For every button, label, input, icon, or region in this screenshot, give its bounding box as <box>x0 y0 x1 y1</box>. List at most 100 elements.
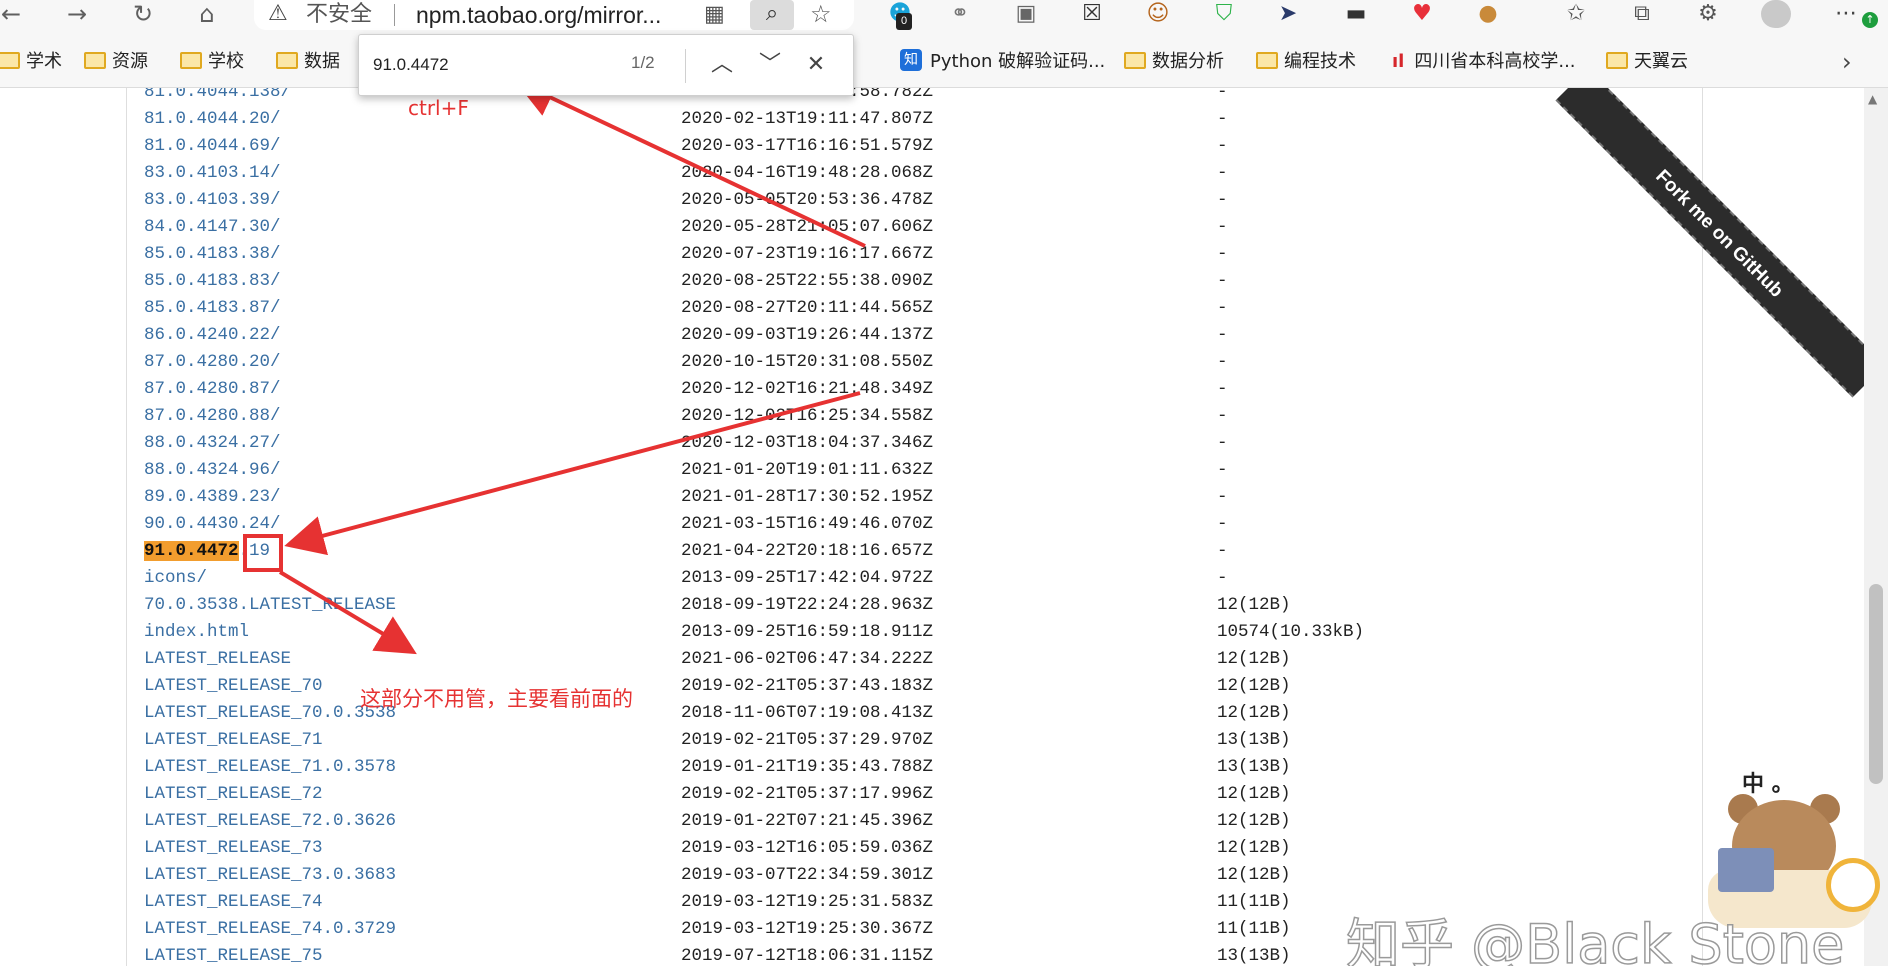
file-link[interactable]: LATEST_RELEASE_75 <box>144 943 323 966</box>
bookmark-folder-xueshu[interactable]: 学术 <box>0 36 62 88</box>
bookmark-folder-shuju[interactable]: 数据 <box>276 36 340 88</box>
file-link[interactable]: 86.0.4240.22/ <box>144 322 281 349</box>
file-link[interactable]: LATEST_RELEASE_70 <box>144 673 323 700</box>
cookie-extension-icon[interactable]: ● <box>1472 0 1504 30</box>
scroll-thumb[interactable] <box>1869 584 1883 784</box>
file-link[interactable]: 81.0.4044.20/ <box>144 106 281 133</box>
file-size: - <box>1217 433 1228 453</box>
url-text[interactable]: npm.taobao.org/mirror... <box>416 0 661 30</box>
x-extension-icon[interactable]: ☒ <box>1076 0 1108 30</box>
file-link[interactable]: 85.0.4183.83/ <box>144 268 281 295</box>
warning-icon[interactable]: ⚠ <box>268 1 288 26</box>
bookmark-sichuan-universities[interactable]: ıl 四川省本科高校学... <box>1392 36 1576 88</box>
github-ribbon[interactable]: Fork me on GitHub <box>1555 88 1885 398</box>
find-in-page-icon[interactable]: ⌕ <box>750 0 794 30</box>
file-link[interactable]: LATEST_RELEASE_71 <box>144 727 323 754</box>
find-previous-button[interactable]: ︿ <box>705 47 739 83</box>
add-favorite-icon[interactable]: ☆ <box>810 0 832 28</box>
find-input[interactable] <box>373 49 613 81</box>
bookmark-folder-tianyiyun[interactable]: 天翼云 <box>1606 36 1688 88</box>
file-date: 2020-12-03T18:04:37.346Z <box>681 433 934 453</box>
file-link[interactable]: 87.0.4280.20/ <box>144 349 281 376</box>
extensions-icon[interactable]: ⚙ <box>1692 0 1724 30</box>
file-link[interactable]: icons/ <box>144 565 207 592</box>
file-link[interactable]: LATEST_RELEASE <box>144 646 291 673</box>
file-date: 2021-04-22T20:18:16.657Z <box>681 541 934 561</box>
scroll-up-icon[interactable]: ▲ <box>1868 92 1877 106</box>
bookmark-label: 学校 <box>208 51 244 72</box>
file-date: 2020-10-15T20:31:08.550Z <box>681 352 934 372</box>
back-icon[interactable]: ← <box>0 0 28 30</box>
file-date: 2020-08-25T22:55:38.090Z <box>681 271 934 291</box>
file-link[interactable]: LATEST_RELEASE_74.0.3729 <box>144 916 396 943</box>
file-link[interactable]: LATEST_RELEASE_72.0.3626 <box>144 808 396 835</box>
file-date: 2021-01-28T17:30:52.195Z <box>681 487 934 507</box>
find-close-button[interactable]: ✕ <box>799 47 833 83</box>
file-size: 12(12B) <box>1217 811 1291 831</box>
security-label[interactable]: 不安全 <box>306 0 372 30</box>
bookmarks-overflow-icon[interactable]: › <box>1842 36 1852 88</box>
avatar[interactable] <box>1761 0 1791 28</box>
file-date: 2019-07-12T18:06:31.115Z <box>681 946 934 966</box>
shield-extension-icon[interactable]: ⛉ <box>1208 0 1240 30</box>
site-logo-icon: ıl <box>1392 51 1405 72</box>
apps-grid-icon[interactable]: ▦ <box>704 2 725 27</box>
find-divider <box>685 49 686 83</box>
bookmark-label: 资源 <box>112 51 148 72</box>
tampermonkey-extension-icon[interactable]: ☺ <box>1142 0 1174 30</box>
file-link[interactable]: 88.0.4324.27/ <box>144 430 281 457</box>
heart-extension-icon[interactable]: ♥ <box>1406 0 1438 30</box>
file-date: 2021-06-02T06:47:34.222Z <box>681 649 934 669</box>
file-size: - <box>1217 541 1228 561</box>
zhihu-icon: 知 <box>900 49 922 71</box>
mask-extension-icon[interactable]: ▬ <box>1340 0 1372 30</box>
file-link[interactable]: 89.0.4389.23/ <box>144 484 281 511</box>
link-extension-icon[interactable]: ⚭ <box>944 0 976 30</box>
file-link[interactable]: LATEST_RELEASE_70.0.3538 <box>144 700 396 727</box>
gamepad-extension-icon[interactable]: ▣ <box>1010 0 1042 30</box>
file-date: 2019-02-21T05:37:17.996Z <box>681 784 934 804</box>
bookmark-label: 四川省本科高校学... <box>1414 51 1576 72</box>
bookmark-folder-programming[interactable]: 编程技术 <box>1256 36 1356 88</box>
file-link[interactable]: 84.0.4147.30/ <box>144 214 281 241</box>
file-size: 12(12B) <box>1217 676 1291 696</box>
bookmark-folder-ziyuan[interactable]: 资源 <box>84 36 148 88</box>
refresh-icon[interactable]: ↻ <box>126 0 160 30</box>
file-link[interactable]: 83.0.4103.14/ <box>144 160 281 187</box>
file-link[interactable]: 81.0.4044.138/ <box>144 88 291 106</box>
file-link[interactable]: 81.0.4044.69/ <box>144 133 281 160</box>
file-link[interactable]: index.html <box>144 619 249 646</box>
file-link[interactable]: LATEST_RELEASE_74 <box>144 889 323 916</box>
file-link[interactable]: LATEST_RELEASE_73 <box>144 835 323 862</box>
address-bar[interactable]: ⚠ 不安全 npm.taobao.org/mirror... ▦ ⌕ ☆ <box>254 0 854 30</box>
bookmark-label: 天翼云 <box>1634 51 1688 72</box>
file-link[interactable]: 83.0.4103.39/ <box>144 187 281 214</box>
forward-icon[interactable]: → <box>60 0 94 30</box>
update-available-icon[interactable]: ↑ <box>1862 12 1878 28</box>
more-menu-icon[interactable]: ⋯ <box>1830 0 1862 30</box>
file-link[interactable]: 85.0.4183.38/ <box>144 241 281 268</box>
file-link[interactable]: LATEST_RELEASE_71.0.3578 <box>144 754 396 781</box>
file-link[interactable]: 85.0.4183.87/ <box>144 295 281 322</box>
file-link[interactable]: 87.0.4280.88/ <box>144 403 281 430</box>
favorites-icon[interactable]: ✩ <box>1560 0 1592 30</box>
file-date: 2020-07-23T19:16:17.667Z <box>681 244 934 264</box>
bookmark-python-captcha[interactable]: 知 Python 破解验证码... <box>900 36 1105 88</box>
find-next-button[interactable]: ﹀ <box>753 47 787 83</box>
file-size: 13(13B) <box>1217 757 1291 777</box>
file-link[interactable]: LATEST_RELEASE_73.0.3683 <box>144 862 396 889</box>
file-link[interactable]: 88.0.4324.96/ <box>144 457 281 484</box>
bookmark-folder-data-analysis[interactable]: 数据分析 <box>1124 36 1224 88</box>
collections-icon[interactable]: ⧉ <box>1626 0 1658 30</box>
file-size: - <box>1217 379 1228 399</box>
file-link[interactable]: 70.0.3538.LATEST_RELEASE <box>144 592 396 619</box>
bookmark-folder-xuexiao[interactable]: 学校 <box>180 36 244 88</box>
file-size: - <box>1217 190 1228 210</box>
cursor-extension-icon[interactable]: ➤ <box>1272 0 1304 30</box>
file-link[interactable]: LATEST_RELEASE_72 <box>144 781 323 808</box>
file-date: 2020-05-28T21:05:07.606Z <box>681 217 934 237</box>
file-size: 12(12B) <box>1217 784 1291 804</box>
file-date: 2021-01-20T19:01:11.632Z <box>681 460 934 480</box>
file-link[interactable]: 87.0.4280.87/ <box>144 376 281 403</box>
home-icon[interactable]: ⌂ <box>190 0 224 30</box>
